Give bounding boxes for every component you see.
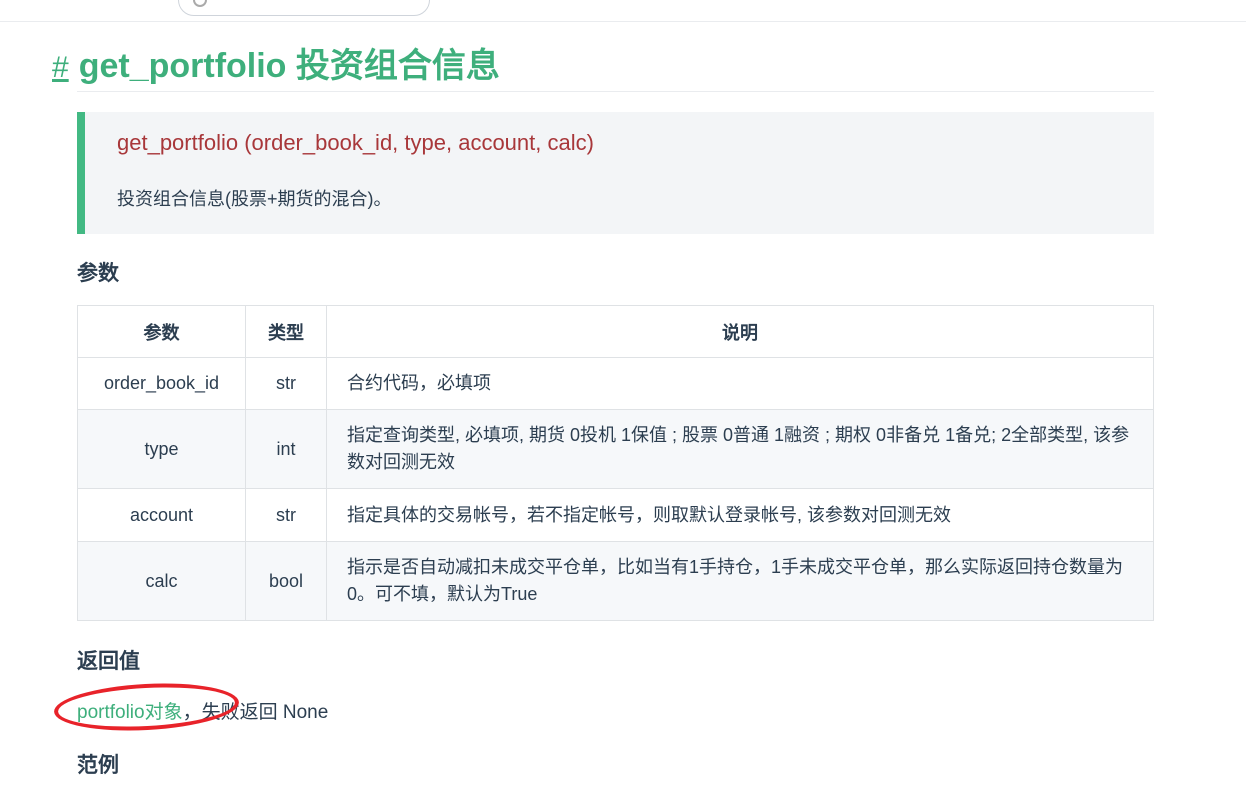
param-name: order_book_id — [77, 357, 246, 410]
param-type: str — [245, 357, 327, 410]
params-heading: 参数 — [77, 262, 119, 285]
page-title: # get_portfolio 投资组合信息 — [52, 44, 500, 90]
title-divider — [77, 91, 1154, 92]
header-anchor-link[interactable]: # — [52, 51, 69, 84]
signature-blockquote: get_portfolio (order_book_id, type, acco… — [77, 112, 1154, 234]
table-row: account str 指定具体的交易帐号，若不指定帐号，则取默认登录帐号, 该… — [77, 488, 1154, 542]
param-desc: 指定查询类型, 必填项, 期货 0投机 1保值 ; 股票 0普通 1融资 ; 期… — [326, 409, 1154, 489]
param-type: bool — [245, 541, 327, 621]
function-description: 投资组合信息(股票+期货的混合)。 — [117, 189, 392, 209]
params-table: 参数 类型 说明 order_book_id str 合约代码，必填项 type… — [77, 305, 1154, 621]
function-signature: get_portfolio (order_book_id, type, acco… — [117, 130, 594, 155]
param-name: account — [77, 488, 246, 542]
search-icon — [193, 0, 207, 7]
param-desc: 指示是否自动减扣未成交平仓单，比如当有1手持仓，1手未成交平仓单，那么实际返回持… — [326, 541, 1154, 621]
table-row: type int 指定查询类型, 必填项, 期货 0投机 1保值 ; 股票 0普… — [77, 409, 1154, 489]
table-header-row: 参数 类型 说明 — [77, 305, 1154, 358]
table-row: calc bool 指示是否自动减扣未成交平仓单，比如当有1手持仓，1手未成交平… — [77, 541, 1154, 621]
param-type: str — [245, 488, 327, 542]
table-header-cell: 类型 — [245, 305, 327, 358]
example-heading: 范例 — [77, 754, 119, 777]
search-input[interactable] — [178, 0, 430, 16]
return-heading: 返回值 — [77, 650, 140, 673]
param-name: type — [77, 409, 246, 489]
param-type: int — [245, 409, 327, 489]
table-row: order_book_id str 合约代码，必填项 — [77, 357, 1154, 410]
param-desc: 合约代码，必填项 — [326, 357, 1154, 410]
page-title-text: get_portfolio 投资组合信息 — [78, 47, 500, 85]
table-header-cell: 说明 — [326, 305, 1154, 358]
top-navbar — [0, 0, 1246, 22]
param-name: calc — [77, 541, 246, 621]
table-header-cell: 参数 — [77, 305, 246, 358]
param-desc: 指定具体的交易帐号，若不指定帐号，则取默认登录帐号, 该参数对回测无效 — [326, 488, 1154, 542]
highlight-annotation-ellipse — [52, 679, 241, 735]
